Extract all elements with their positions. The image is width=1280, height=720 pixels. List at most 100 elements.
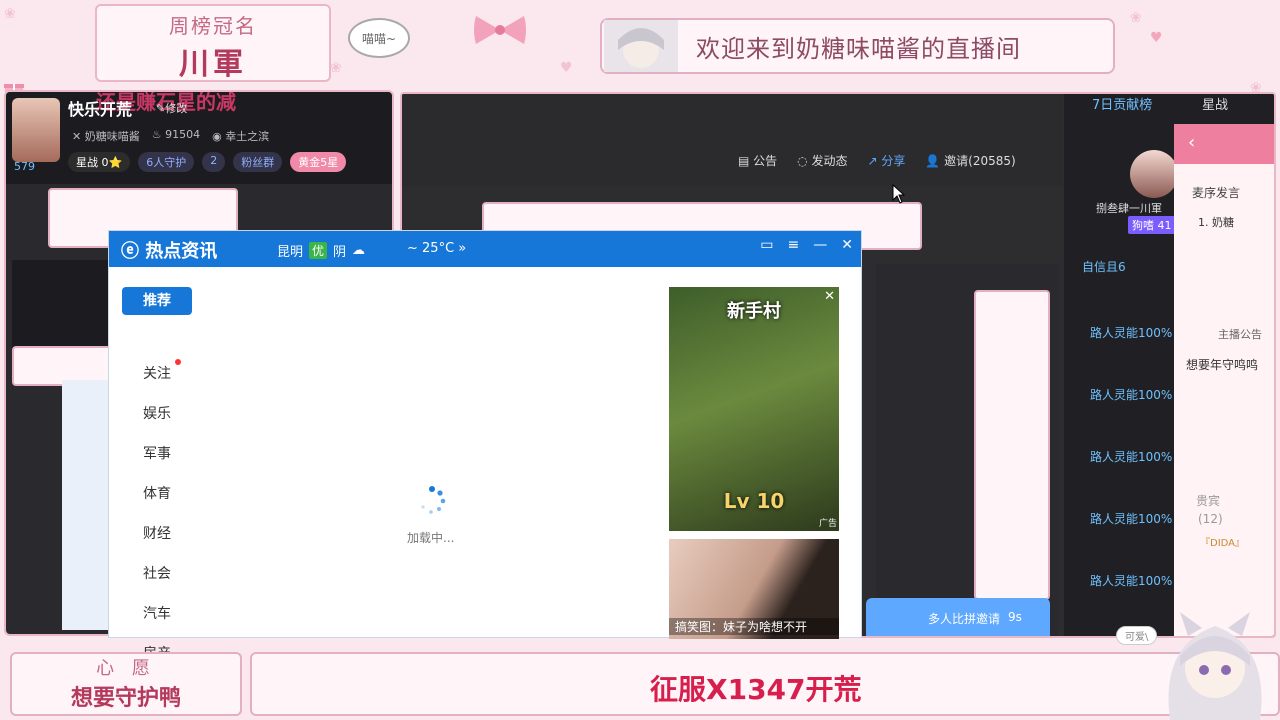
anime-avatar-icon (604, 20, 678, 72)
category-society[interactable]: 社会 (143, 563, 171, 583)
streamer-avatar[interactable] (12, 98, 60, 162)
category-recommend[interactable]: 推荐 (122, 287, 192, 315)
location-icon: ◉ (212, 130, 226, 143)
level-chip[interactable]: 黄金5星 (290, 152, 347, 172)
guests-label: 贵宾 (1196, 494, 1221, 508)
list-item[interactable]: 路人灵能100% (1090, 572, 1172, 589)
city: 昆明 (277, 245, 304, 260)
chevron-left-icon[interactable]: ‹ (1188, 132, 1195, 153)
invite-button[interactable]: 👤 邀请(20585) (925, 152, 1015, 169)
room-tools: ▤ 公告 ◌ 发动态 ↗ 分享 👤 邀请(20585) (738, 152, 1016, 169)
category-follow[interactable]: 关注 (143, 363, 171, 383)
wish-card: 心 愿 想要守护鸭 (10, 652, 242, 716)
mic-order-select[interactable]: 麦序发言 (1192, 184, 1240, 201)
paw-icon: ❀ (1130, 10, 1142, 26)
news-titlebar: ⓔ 热点资讯 昆明 优 阴 ☁ ~ 25°C » ▭ ≡ — ✕ (109, 231, 861, 267)
guest-name[interactable]: 『DIDA』 (1200, 534, 1245, 549)
weather-desc: 阴 (333, 245, 347, 260)
announce-snippet: 自信且6 (1082, 260, 1126, 274)
temperature: ~ 25°C » (407, 241, 467, 256)
welcome-banner: 欢迎来到奶糖味喵酱的直播间 (600, 18, 1115, 74)
list-item[interactable]: 路人灵能100% (1090, 510, 1172, 527)
news-thumbnail[interactable]: 搞笑图：妹子为啥想不开 (669, 539, 839, 639)
streamer-chips: 星战 0⭐ 6人守护 2 粉丝群 黄金5星 (68, 152, 347, 172)
guardian-chip[interactable]: 6人守护 (138, 152, 195, 172)
mouse-cursor-icon (892, 184, 906, 204)
anime-girl-icon (1168, 612, 1262, 720)
mic-panel-header: ‹ (1174, 124, 1274, 164)
browser-logo-icon: ⓔ (121, 241, 146, 262)
category-entertainment[interactable]: 娱乐 (143, 403, 171, 423)
goal-banner: 征服X1347开荒 (250, 652, 1280, 716)
bow-icon (474, 16, 526, 44)
paw-icon: ❀ (330, 60, 342, 76)
fire-icon: ♨ (151, 128, 166, 141)
fan-count-chip[interactable]: 2 (202, 152, 226, 172)
mic-panel: ‹ 麦序发言 1. 奶糖 主播公告 想要年守鸣鸣 贵宾 (12) 『DIDA』 (1174, 124, 1274, 636)
weekly-rank-card: 周榜冠名 川軍 (95, 4, 331, 82)
paw-icon: ❀ (4, 6, 16, 22)
tab-star-war[interactable]: 星战 (1202, 94, 1228, 113)
edit-button[interactable]: ✎修改 (156, 100, 187, 116)
news-caption: 搞笑图：妹子为啥想不开 (669, 618, 839, 635)
streamer-name: 快乐开荒 (68, 100, 133, 119)
edit-label: 修改 (165, 102, 188, 115)
fan-group-chip[interactable]: 粉丝群 (233, 152, 283, 172)
loading-spinner-icon (421, 486, 446, 514)
air-quality: 优 (309, 242, 328, 259)
top-user-name: 捌叁肆一川軍 (1096, 202, 1162, 215)
category-auto[interactable]: 汽车 (143, 603, 171, 623)
pk-timer: 9s (1008, 610, 1022, 624)
window-controls: ▭ ≡ — ✕ (760, 237, 853, 253)
news-categories: 推荐 关注 娱乐 军事 体育 财经 社会 汽车 房产 (109, 267, 205, 662)
crossed-icon: ✕ (72, 130, 85, 143)
category-finance[interactable]: 财经 (143, 523, 171, 543)
pk-invite-bar[interactable]: 多人比拼邀请 9s (866, 598, 1050, 636)
wish-text: 想要守护鸭 (70, 686, 181, 711)
pk-invite-label: 多人比拼邀请 (928, 612, 1001, 626)
host-announcement: 主播公告 (1218, 328, 1262, 341)
news-popup-window: ⓔ 热点资讯 昆明 优 阴 ☁ ~ 25°C » ▭ ≡ — ✕ 推荐 关注 娱… (108, 230, 862, 662)
room-toolbar: ▤ 公告 ◌ 发动态 ↗ 分享 👤 邀请(20585) (402, 94, 1062, 186)
user-icon: 👤 (925, 154, 945, 168)
list-item[interactable]: 路人灵能100% (1090, 448, 1172, 465)
top-user-avatar[interactable] (1130, 150, 1178, 198)
star-icon: ⭐ (108, 156, 123, 169)
streamer-header: 579 还是赚石星的减 快乐开荒 ✎修改 ✕ 奶糖味喵酱 ♨ 91504 ◉ 幸… (6, 92, 392, 184)
ad-level: Lv 10 (723, 489, 785, 513)
top-user-badge: 狗嗜 41 (1128, 216, 1176, 234)
mic-rank-1: 1. 奶糖 (1198, 216, 1234, 229)
tab-weekly-rank[interactable]: 7日贡献榜 (1092, 94, 1152, 113)
category-sports[interactable]: 体育 (143, 483, 171, 503)
list-item[interactable]: 路人灵能100% (1090, 386, 1172, 403)
screen-icon[interactable]: ▭ (760, 237, 773, 253)
speech-bubble: 喵喵~ (348, 18, 410, 58)
heart-icon: ♥ (1150, 30, 1163, 46)
share-button[interactable]: ↗ 分享 (867, 152, 905, 169)
announce-button[interactable]: ▤ 公告 (738, 152, 777, 169)
guests-count: (12) (1198, 512, 1223, 526)
wish-text: 想要年守鸣鸣 (1186, 358, 1259, 372)
location: ◉ 幸土之滨 (212, 130, 270, 143)
chat-icon: ◌ (797, 154, 812, 168)
weather-widget[interactable]: 昆明 优 阴 ☁ (277, 241, 365, 260)
game-ad[interactable]: ✕ 新手村 Lv 10 广告 (669, 287, 839, 531)
close-icon[interactable]: ✕ (841, 237, 853, 253)
ad-tag: 广告 (818, 519, 837, 529)
star-war-chip[interactable]: 星战 0⭐ (68, 152, 131, 172)
cloud-icon: ☁ (352, 243, 366, 258)
heart-icon: ♥ (560, 60, 573, 76)
room-number: 579 (14, 160, 35, 173)
list-item[interactable]: 路人灵能100% (1090, 324, 1172, 341)
category-military[interactable]: 军事 (143, 443, 171, 463)
notification-dot (175, 359, 181, 365)
streamer-meta: ✕ 奶糖味喵酱 ♨ 91504 ◉ 幸土之滨 (72, 128, 269, 144)
news-brand: ⓔ 热点资讯 (121, 241, 218, 262)
notice-icon: ▤ (738, 154, 754, 168)
welcome-text: 欢迎来到奶糖味喵酱的直播间 (696, 34, 1021, 63)
minimize-icon[interactable]: — (813, 237, 827, 253)
ad-title: 新手村 (727, 301, 781, 322)
menu-icon[interactable]: ≡ (788, 237, 800, 253)
post-dynamic-button[interactable]: ◌ 发动态 (797, 152, 847, 169)
mirror-pink-panel (974, 290, 1050, 600)
